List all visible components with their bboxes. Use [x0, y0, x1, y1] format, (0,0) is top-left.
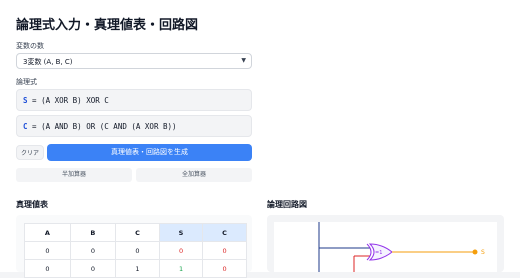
circuit-title: 論理回路図 [267, 200, 307, 209]
header-cell-output: S [158, 223, 204, 242]
truth-table-panel: A B C S C 0 0 0 0 0 0 0 1 1 0 [16, 215, 252, 278]
formula-label: 論理式 [16, 78, 37, 86]
header-cell: A [24, 223, 71, 242]
output-label: S [481, 249, 485, 256]
page-title: 論理式入力・真理値表・回路図 [16, 18, 199, 33]
formula-input-s[interactable]: S = (A XOR B) XOR C [16, 89, 252, 111]
table-cell: 1 [158, 259, 204, 278]
formula-expr: (A XOR B) XOR C [41, 96, 109, 105]
table-cell: 0 [115, 241, 160, 260]
header-cell: B [69, 223, 117, 242]
chevron-down-icon: ▼ [241, 57, 246, 64]
table-cell: 0 [69, 259, 117, 278]
table-header-row: A B C S C [24, 223, 247, 242]
gate-label: =1 [375, 250, 382, 256]
header-cell: C [115, 223, 160, 242]
truth-table: A B C S C 0 0 0 0 0 0 0 1 1 0 [24, 223, 247, 278]
xor-gate-curve [366, 243, 372, 261]
preset-half-adder-button[interactable]: 半加算器 [16, 168, 132, 182]
table-cell: 0 [24, 259, 71, 278]
formula-input-c[interactable]: C = (A AND B) OR (C AND (A XOR B)) [16, 115, 252, 137]
var-count-value: 3変数 (A, B, C) [23, 58, 73, 66]
circuit-canvas: =1 S [274, 222, 497, 272]
circuit-panel: =1 S [267, 215, 504, 272]
output-node-icon [472, 249, 478, 255]
table-row: 0 0 1 1 0 [24, 259, 247, 278]
preset-full-adder-button[interactable]: 全加算器 [136, 168, 252, 182]
table-cell: 0 [202, 241, 247, 260]
header-cell-output: C [202, 223, 247, 242]
formula-eq: = [27, 96, 42, 105]
table-cell: 0 [69, 241, 117, 260]
main-card: 論理式入力・真理値表・回路図 変数の数 3変数 (A, B, C) ▼ 論理式 … [0, 0, 520, 278]
formula-expr: (A AND B) OR (C AND (A XOR B)) [41, 122, 177, 131]
clear-button[interactable]: クリア [16, 145, 44, 160]
var-count-select[interactable]: 3変数 (A, B, C) ▼ [16, 53, 252, 69]
var-count-label: 変数の数 [16, 42, 44, 50]
circuit-diagram: =1 S [318, 222, 485, 272]
truth-table-title: 真理値表 [16, 200, 48, 209]
table-cell: 1 [115, 259, 160, 278]
table-row: 0 0 0 0 0 [24, 241, 247, 260]
generate-button[interactable]: 真理値表・回路図を生成 [47, 144, 252, 161]
table-cell: 0 [24, 241, 71, 260]
formula-eq: = [27, 122, 42, 131]
table-cell: 0 [158, 241, 204, 260]
table-cell: 0 [202, 259, 247, 278]
